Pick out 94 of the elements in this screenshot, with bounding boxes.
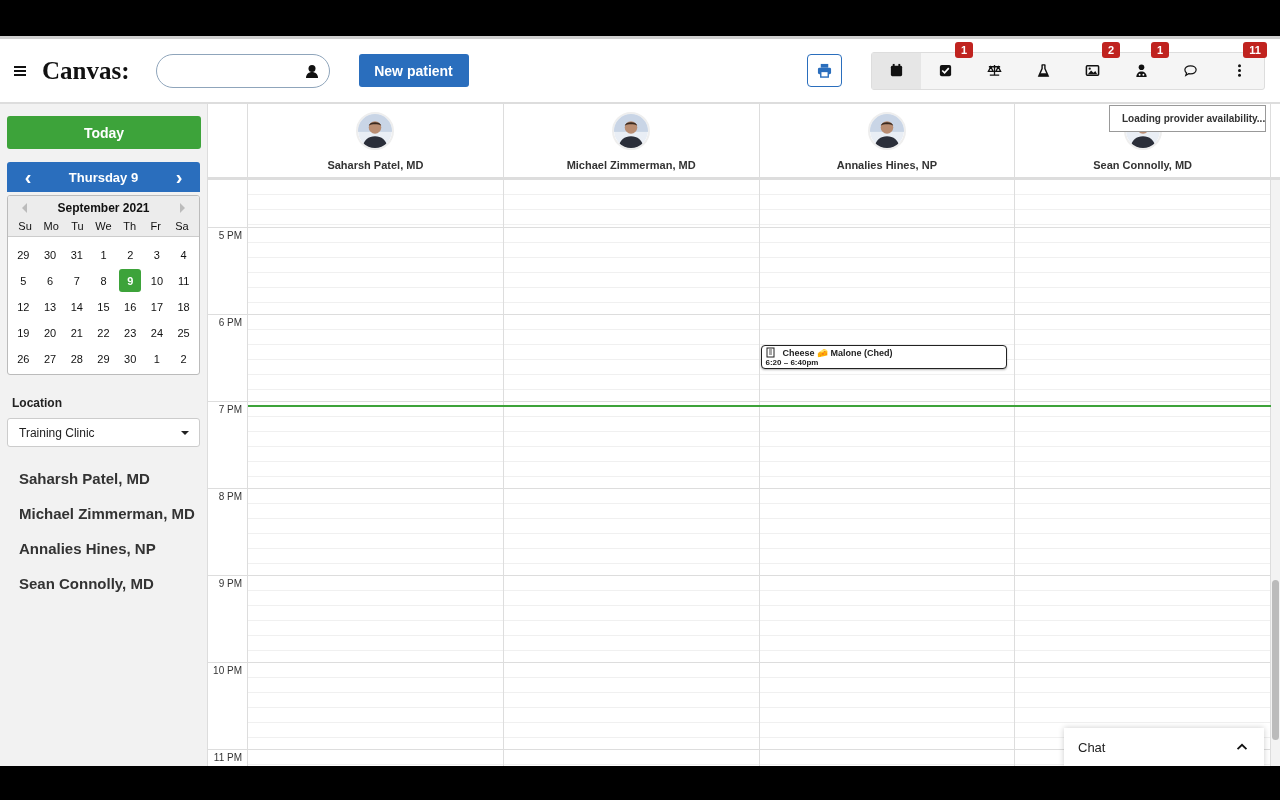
calendar-day[interactable]: 18 [172, 295, 195, 318]
new-patient-button[interactable]: New patient [358, 54, 469, 87]
date-label: Thursday 9 [68, 169, 139, 185]
calendar-day[interactable]: 13 [39, 295, 62, 318]
next-day-button[interactable]: › [164, 167, 194, 187]
calendar-day[interactable]: 15 [92, 295, 115, 318]
appointment-time: 6:20 – 6:40pm [765, 358, 820, 367]
calendar-day[interactable]: 26 [12, 347, 35, 370]
provider-item[interactable]: Annalies Hines, NP [19, 538, 200, 559]
logo: Canvas: [42, 56, 130, 85]
calendar-day[interactable]: 14 [65, 295, 88, 318]
count-badge: 1 [954, 41, 973, 58]
loading-message: Loading provider availability... [1122, 113, 1266, 124]
calendar-day[interactable]: 25 [172, 321, 195, 344]
calendar-day[interactable]: 29 [92, 347, 115, 370]
calendar-day[interactable]: 28 [65, 347, 88, 370]
provider-item[interactable]: Michael Zimmerman, MD [19, 503, 200, 524]
calendar-day[interactable]: 7 [65, 269, 88, 292]
calendar-day[interactable]: 11 [172, 269, 195, 292]
calendar-day[interactable]: 3 [145, 243, 168, 266]
chevron-up-icon [1236, 743, 1248, 751]
previous-month-icon [20, 202, 28, 214]
print-button[interactable] [807, 54, 842, 87]
person-icon [304, 63, 319, 78]
calendar-icon [889, 63, 904, 78]
weekday-label: Th [123, 220, 137, 232]
calendar-day[interactable]: 4 [172, 243, 195, 266]
weekday-label: We [95, 220, 112, 232]
count-badge: 11 [1243, 41, 1267, 58]
calendar-day[interactable]: 5 [12, 269, 35, 292]
time-label: 5 PM [218, 230, 242, 241]
calendar-day[interactable]: 21 [65, 321, 88, 344]
weekday-label: Sa [175, 220, 189, 232]
provider-name: Annalies Hines, NP [836, 159, 937, 171]
previous-day-button[interactable]: ‹ [13, 167, 43, 187]
weekday-label: Su [18, 220, 32, 232]
calendar-day[interactable]: 1 [92, 243, 115, 266]
calendar-day[interactable]: 2 [172, 347, 195, 370]
provider-name: Michael Zimmerman, MD [566, 159, 696, 171]
time-label: 10 PM [213, 665, 242, 676]
location-label: Location [11, 396, 63, 410]
calendar-day[interactable]: 17 [145, 295, 168, 318]
chat-label: Chat [1078, 739, 1106, 755]
calendar-day[interactable]: 1 [145, 347, 168, 370]
calendar-day[interactable]: 6 [39, 269, 62, 292]
calendar-day[interactable]: 24 [145, 321, 168, 344]
weekday-label: Fr [150, 220, 161, 232]
chat-dialog[interactable]: Chat [1064, 728, 1264, 766]
time-label: 8 PM [218, 491, 242, 502]
calendar-day[interactable]: 30 [119, 347, 142, 370]
speech-bubble-icon [1183, 63, 1198, 78]
calendar-day[interactable]: 23 [119, 321, 142, 344]
provider-item[interactable]: Saharsh Patel, MD [19, 468, 200, 489]
menu-icon [14, 64, 26, 77]
calendar-day[interactable]: 16 [119, 295, 142, 318]
calendar-day[interactable]: 10 [145, 269, 168, 292]
calendar-day[interactable]: 22 [92, 321, 115, 344]
calendar-day[interactable]: 30 [39, 243, 62, 266]
month-title: September 2021 [57, 201, 150, 215]
scale-icon [987, 63, 1002, 78]
document-icon [765, 347, 775, 358]
calendar-day[interactable]: 31 [65, 243, 88, 266]
appointment-title: Cheese 🧀 Malone (Ched) [782, 347, 893, 358]
calendar-day[interactable]: 29 [12, 243, 35, 266]
provider-name: Sean Connolly, MD [1093, 159, 1193, 171]
location-value: Training Clinic [19, 425, 95, 440]
time-label: 11 PM [213, 752, 242, 763]
time-label: 6 PM [218, 317, 242, 328]
caret-icon [181, 430, 189, 435]
count-badge: 2 [1101, 41, 1120, 58]
time-label: 9 PM [218, 578, 242, 589]
count-badge: 1 [1150, 41, 1169, 58]
weekday-label: Mo [43, 220, 59, 232]
checkbox-icon [938, 63, 953, 78]
provider-name: Saharsh Patel, MD [327, 159, 424, 171]
appointment-card[interactable]: Cheese 🧀 Malone (Ched) 6:20 – 6:40pm [760, 345, 1007, 369]
weekday-label: Tu [71, 220, 84, 232]
scrollbar[interactable] [1271, 180, 1280, 766]
provider-item[interactable]: Sean Connolly, MD [19, 573, 200, 594]
image-icon [1085, 63, 1100, 78]
flask-icon [1036, 63, 1051, 78]
calendar-day[interactable]: 19 [12, 321, 35, 344]
calendar-day[interactable]: 12 [12, 295, 35, 318]
calendar-day[interactable]: 8 [92, 269, 115, 292]
location-dropdown[interactable]: Training Clinic [7, 418, 200, 447]
scrollbar-thumb[interactable] [1272, 580, 1279, 740]
toolbar-tab[interactable] [872, 52, 921, 89]
doctor-icon [1134, 63, 1149, 78]
next-month-icon [179, 202, 187, 214]
time-label: 7 PM [218, 404, 242, 415]
calendar-day[interactable]: 20 [39, 321, 62, 344]
calendar-day[interactable]: 27 [39, 347, 62, 370]
calendar-day[interactable]: 2 [119, 243, 142, 266]
printer-icon [817, 63, 832, 78]
